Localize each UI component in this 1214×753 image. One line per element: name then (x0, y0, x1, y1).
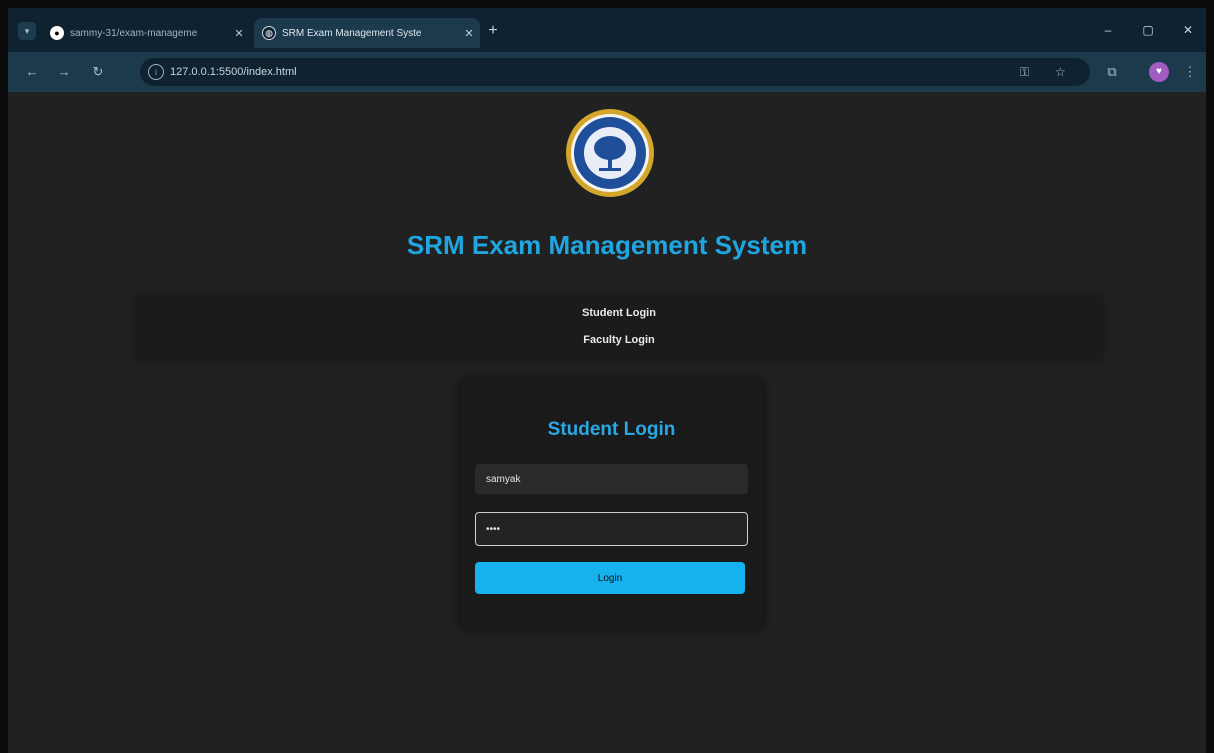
login-card: Student Login Login (460, 379, 763, 629)
page-title: SRM Exam Management System (406, 230, 808, 260)
close-window-button[interactable]: ✕ (1174, 20, 1202, 40)
university-seal-logo (566, 109, 654, 197)
nav-student-login[interactable]: Student Login (137, 307, 1101, 319)
extensions-icon[interactable]: ⧉ (1102, 62, 1122, 82)
address-bar[interactable]: i 127.0.0.1:5500/index.html ⚿ ☆ (140, 58, 1090, 86)
browser-toolbar: ← → ↻ i 127.0.0.1:5500/index.html ⚿ ☆ ⧉ … (8, 52, 1206, 92)
browser-window: ▾ ● sammy-31/exam-manageme ✕ ◍ SRM Exam … (8, 8, 1206, 753)
minimize-button[interactable]: – (1094, 20, 1122, 40)
site-info-icon[interactable]: i (148, 64, 164, 80)
page-content: SRM Exam Management System Student Login… (8, 92, 1206, 753)
tab-srm[interactable]: ◍ SRM Exam Management Syste ✕ (254, 18, 480, 48)
password-key-icon[interactable]: ⚿ (1020, 62, 1029, 82)
close-icon[interactable]: ✕ (228, 27, 250, 40)
menu-kebab-icon[interactable]: ⋮ (1180, 62, 1200, 82)
tab-search-icon[interactable]: ▾ (18, 22, 36, 40)
tab-strip: ▾ ● sammy-31/exam-manageme ✕ ◍ SRM Exam … (8, 8, 1206, 52)
back-button[interactable]: ← (22, 62, 42, 82)
tab-title: sammy-31/exam-manageme (70, 27, 198, 39)
login-button[interactable]: Login (475, 562, 745, 594)
close-icon[interactable]: ✕ (458, 27, 480, 40)
bookmark-star-icon[interactable]: ☆ (1055, 62, 1066, 82)
login-card-title: Student Login (547, 419, 676, 440)
tab-title: SRM Exam Management Syste (282, 27, 422, 39)
password-input[interactable] (475, 512, 748, 546)
profile-avatar[interactable]: ♥ (1149, 62, 1169, 82)
url-text: 127.0.0.1:5500/index.html (170, 66, 297, 78)
login-nav: Student Login Faculty Login (137, 297, 1101, 359)
globe-icon: ◍ (262, 26, 276, 40)
reload-button[interactable]: ↻ (88, 62, 108, 82)
nav-faculty-login[interactable]: Faculty Login (137, 334, 1101, 346)
username-input[interactable] (475, 464, 748, 494)
new-tab-button[interactable]: + (484, 22, 502, 40)
tab-github[interactable]: ● sammy-31/exam-manageme ✕ (42, 18, 250, 48)
maximize-button[interactable]: ▢ (1134, 20, 1162, 40)
github-icon: ● (50, 26, 64, 40)
forward-button[interactable]: → (54, 62, 74, 82)
